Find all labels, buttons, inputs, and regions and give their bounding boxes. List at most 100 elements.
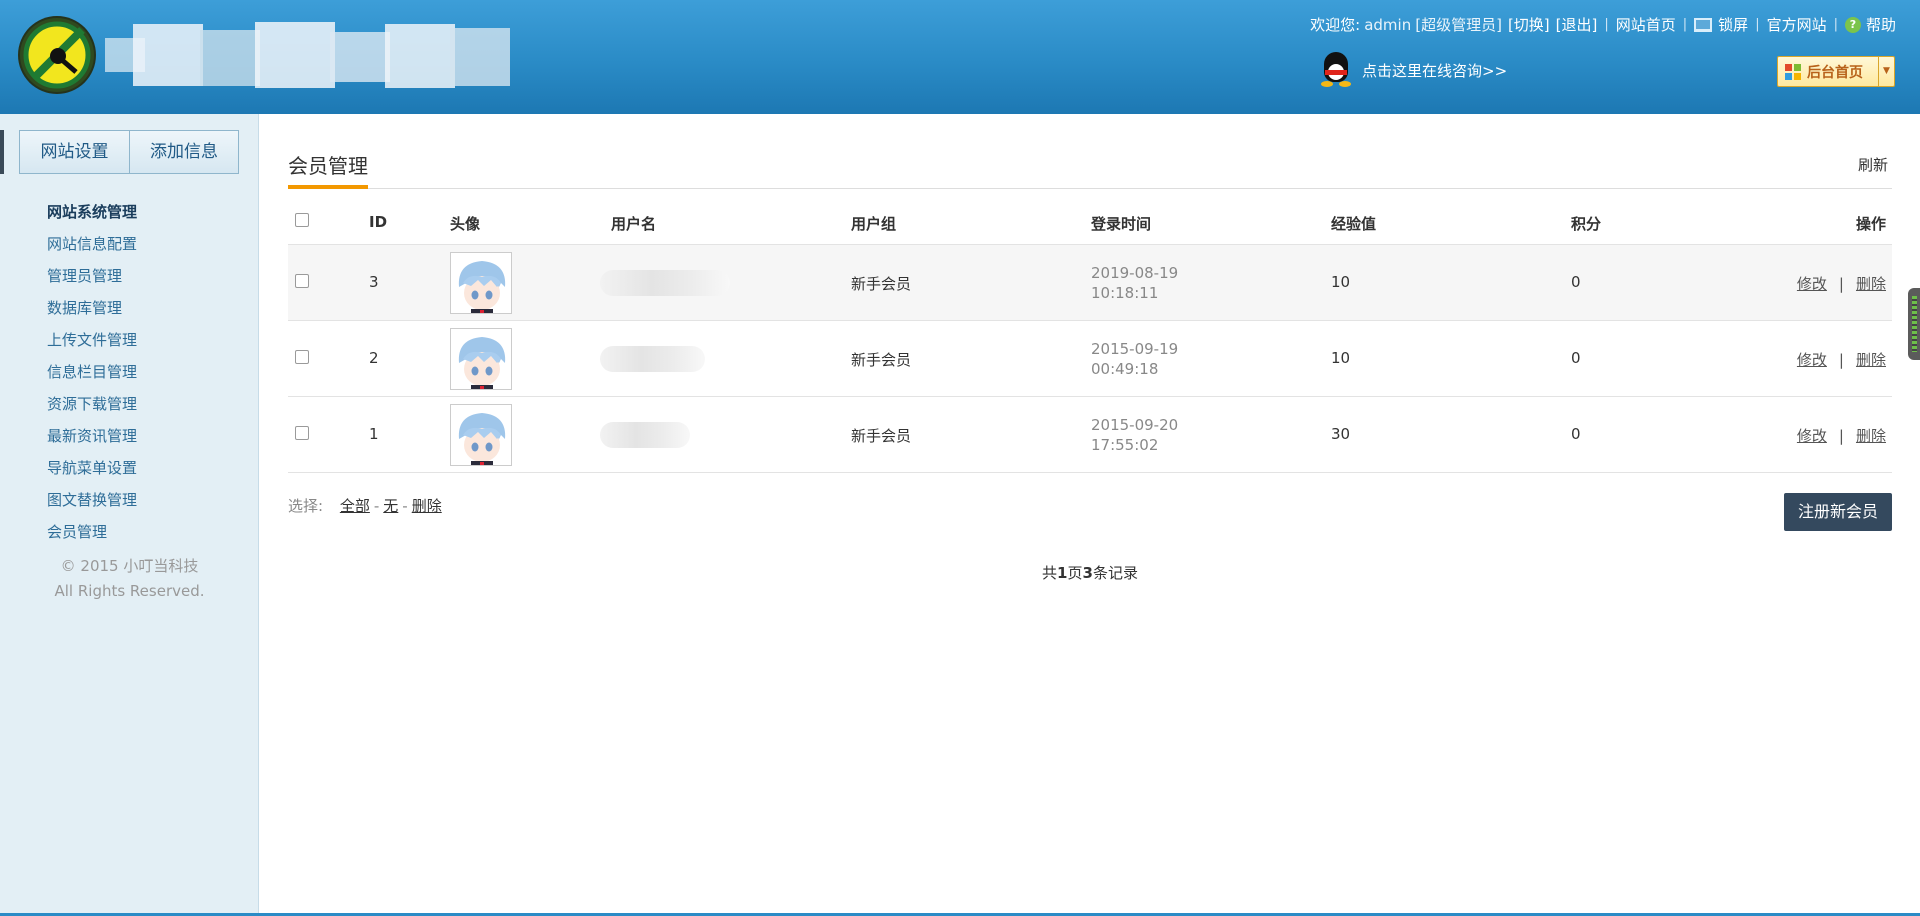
row-checkbox[interactable] xyxy=(295,350,309,364)
row-group: 新手会员 xyxy=(851,275,912,293)
admin-home-button[interactable]: 后台首页 ▼ xyxy=(1777,56,1895,87)
logout-link[interactable]: [退出] xyxy=(1556,14,1598,35)
sidebar-item-database[interactable]: 数据库管理 xyxy=(47,292,137,324)
title-underline xyxy=(288,185,368,189)
sidebar-item-members[interactable]: 会员管理 xyxy=(47,516,137,548)
col-exp: 经验值 xyxy=(1331,215,1377,233)
sidebar: 网站设置 添加信息 网站系统管理 网站信息配置 管理员管理 数据库管理 上传文件… xyxy=(0,114,259,916)
help-icon: ? xyxy=(1844,16,1861,33)
row-login-time: 2015-09-20 17:55:02 xyxy=(1091,415,1178,455)
lock-screen-link[interactable]: 锁屏 xyxy=(1718,14,1748,35)
monitor-icon xyxy=(1694,17,1713,32)
sidebar-item-columns[interactable]: 信息栏目管理 xyxy=(47,356,137,388)
help-link[interactable]: 帮助 xyxy=(1866,14,1896,35)
separator: | xyxy=(1838,427,1844,445)
select-none-link[interactable]: 无 xyxy=(383,497,398,515)
pager-pages: 1 xyxy=(1057,564,1068,582)
sidebar-tabs: 网站设置 添加信息 xyxy=(19,130,239,174)
title-bar: 会员管理 刷新 xyxy=(288,114,1892,189)
bulk-delete-link[interactable]: 删除 xyxy=(412,497,442,515)
sidebar-item-downloads[interactable]: 资源下载管理 xyxy=(47,388,137,420)
pager-pages-unit: 页 xyxy=(1067,564,1083,582)
welcome-label: 欢迎您: xyxy=(1310,16,1361,34)
row-login-time: 2019-08-19 10:18:11 xyxy=(1091,263,1178,303)
col-group: 用户组 xyxy=(851,215,897,233)
select-all-link[interactable]: 全部 xyxy=(340,497,370,515)
delete-link[interactable]: 删除 xyxy=(1856,427,1886,445)
refresh-link[interactable]: 刷新 xyxy=(1858,154,1888,175)
col-actions: 操作 xyxy=(1855,215,1886,233)
login-date: 2015-09-20 xyxy=(1091,416,1179,434)
avatar xyxy=(450,404,512,466)
avatar-image xyxy=(451,253,511,313)
page-title: 会员管理 xyxy=(288,154,368,178)
table-row: 1 新手会员 2015-09-20 17:55:02 30 0 修改 | 删除 xyxy=(288,396,1892,472)
row-checkbox[interactable] xyxy=(295,274,309,288)
select-all-checkbox[interactable] xyxy=(295,213,309,227)
bulk-select: 选择: 全部 - 无 - 删除 xyxy=(288,495,446,516)
delete-link[interactable]: 删除 xyxy=(1856,351,1886,369)
copyright-line: All Rights Reserved. xyxy=(54,582,205,600)
qq-penguin-icon xyxy=(1318,50,1354,90)
login-clock: 10:18:11 xyxy=(1091,284,1159,302)
qq-consult[interactable]: 点击这里在线咨询>> xyxy=(1318,50,1507,90)
delete-link[interactable]: 删除 xyxy=(1856,275,1886,293)
avatar xyxy=(450,328,512,390)
copyright: © 2015 小叮当科技 All Rights Reserved. xyxy=(0,554,259,604)
separator: | xyxy=(1838,351,1844,369)
col-username: 用户名 xyxy=(611,215,657,233)
col-avatar: 头像 xyxy=(450,215,481,233)
row-id: 1 xyxy=(369,425,379,443)
row-group: 新手会员 xyxy=(851,427,912,445)
copyright-line: © 2015 小叮当科技 xyxy=(60,557,199,575)
sidebar-item-site-config[interactable]: 网站信息配置 xyxy=(47,228,137,260)
pager-records-unit: 条记录 xyxy=(1092,564,1138,582)
row-exp: 30 xyxy=(1331,425,1351,443)
select-label: 选择: xyxy=(288,497,324,515)
main-content: 会员管理 刷新 ID 头像 用户名 用户组 登录时间 经验值 积分 操作 3 新… xyxy=(288,114,1892,582)
tab-site-settings[interactable]: 网站设置 xyxy=(20,131,129,173)
separator: | xyxy=(1838,275,1844,293)
admin-name: admin xyxy=(1364,15,1412,34)
register-member-button[interactable]: 注册新会员 xyxy=(1784,493,1892,531)
row-id: 2 xyxy=(369,349,379,367)
official-site-link[interactable]: 官方网站 xyxy=(1767,14,1827,35)
switch-link[interactable]: [切换] xyxy=(1508,14,1550,35)
row-exp: 10 xyxy=(1331,349,1351,367)
username-blurred xyxy=(600,270,730,296)
site-logo[interactable] xyxy=(18,16,96,94)
sidebar-item-news[interactable]: 最新资讯管理 xyxy=(47,420,137,452)
sidebar-item-admins[interactable]: 管理员管理 xyxy=(47,260,137,292)
edit-link[interactable]: 修改 xyxy=(1797,351,1827,369)
side-widget-handle[interactable] xyxy=(1908,288,1920,360)
sidebar-item-uploads[interactable]: 上传文件管理 xyxy=(47,324,137,356)
pager-records: 3 xyxy=(1082,564,1093,582)
edit-link[interactable]: 修改 xyxy=(1797,275,1827,293)
sidebar-item-nav-menu[interactable]: 导航菜单设置 xyxy=(47,452,137,484)
sidebar-item-image-text[interactable]: 图文替换管理 xyxy=(47,484,137,516)
windows-grid-icon xyxy=(1785,63,1801,80)
row-group: 新手会员 xyxy=(851,351,912,369)
row-actions: 修改 | 删除 xyxy=(1797,273,1886,294)
login-clock: 17:55:02 xyxy=(1091,436,1159,454)
admin-home-label: 后台首页 xyxy=(1807,64,1863,81)
row-actions: 修改 | 删除 xyxy=(1797,425,1886,446)
separator: | xyxy=(1755,17,1760,32)
avatar-image xyxy=(451,405,511,465)
sidebar-marker xyxy=(0,130,4,174)
edit-link[interactable]: 修改 xyxy=(1797,427,1827,445)
dash: - xyxy=(373,497,380,515)
table-bottom-border xyxy=(288,472,1892,473)
username-blurred xyxy=(600,422,690,448)
table-row: 2 新手会员 2015-09-19 00:49:18 10 0 修改 | 删除 xyxy=(288,320,1892,396)
row-checkbox[interactable] xyxy=(295,426,309,440)
separator: | xyxy=(1682,17,1688,32)
site-home-link[interactable]: 网站首页 xyxy=(1616,14,1676,35)
chevron-down-icon[interactable]: ▼ xyxy=(1878,57,1894,86)
table-row: 3 新手会员 2019-08-19 10:18:11 10 0 修改 | 删除 xyxy=(288,244,1892,320)
tab-add-info[interactable]: 添加信息 xyxy=(129,131,238,173)
login-date: 2019-08-19 xyxy=(1091,264,1179,282)
sidebar-item-system[interactable]: 网站系统管理 xyxy=(47,196,137,228)
col-login-time: 登录时间 xyxy=(1091,215,1152,233)
col-points: 积分 xyxy=(1571,215,1602,233)
